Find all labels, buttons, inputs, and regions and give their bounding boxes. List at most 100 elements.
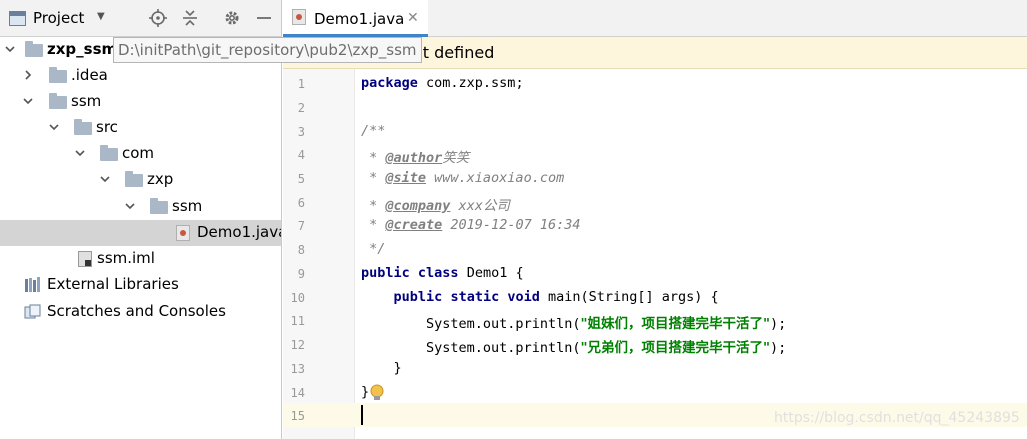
line-number: 2 xyxy=(297,101,305,115)
code-line: * @author笑笑 xyxy=(361,146,469,166)
code-editor[interactable] xyxy=(355,69,1027,439)
code-text: System.out.println( xyxy=(426,340,581,356)
locate-icon[interactable] xyxy=(148,8,168,28)
tree-item-label: .idea xyxy=(71,66,108,84)
close-icon[interactable]: ✕ xyxy=(407,10,419,26)
code-line: System.out.println("兄弟们，项目搭建完毕干活了"); xyxy=(361,336,786,356)
line-number: 15 xyxy=(290,409,305,423)
tree-item-label: Scratches and Consoles xyxy=(47,302,226,320)
doc-tag: @site xyxy=(385,170,427,186)
code-text: System.out.println( xyxy=(426,316,581,332)
code-line: * @company xxx公司 xyxy=(361,194,510,214)
code-line: */ xyxy=(361,241,385,257)
keyword: package xyxy=(361,75,418,91)
line-number: 5 xyxy=(297,172,305,186)
tree-item-ssm-iml[interactable]: ssm.iml xyxy=(0,246,281,272)
code-line: public class Demo1 { xyxy=(361,265,524,281)
code-line: } xyxy=(361,384,369,400)
line-number: 3 xyxy=(297,125,305,139)
chevron-down-icon[interactable] xyxy=(4,43,16,55)
comment: 笑笑 xyxy=(442,150,470,166)
comment: * xyxy=(361,217,386,233)
folder-icon xyxy=(100,145,118,161)
tree-item-ssm-package[interactable]: ssm xyxy=(0,194,281,220)
doc-tag: @author xyxy=(385,150,443,166)
code-text: Demo1 { xyxy=(458,265,524,281)
code-text: main(String[] args) { xyxy=(539,289,719,305)
tree-item-label: zxp xyxy=(147,170,174,188)
comment: * xyxy=(361,150,386,166)
folder-icon xyxy=(125,171,143,187)
tree-item-label: com xyxy=(122,144,155,162)
code-text: ); xyxy=(770,316,787,332)
chevron-down-icon[interactable] xyxy=(48,121,60,133)
minimize-icon[interactable] xyxy=(254,8,274,28)
scratches-icon xyxy=(24,304,42,320)
code-line: /** xyxy=(361,123,385,139)
editor-tab-bar: Demo1.java ✕ xyxy=(283,0,1027,37)
line-number: 14 xyxy=(290,386,305,400)
keyword: public xyxy=(393,289,443,305)
folder-icon xyxy=(150,198,168,214)
chevron-down-icon[interactable] xyxy=(74,147,86,159)
comment: */ xyxy=(361,241,386,257)
project-panel-title[interactable]: Project xyxy=(33,9,84,27)
library-icon xyxy=(24,277,42,293)
chevron-down-icon[interactable]: ▼ xyxy=(97,11,105,22)
tree-item-label: External Libraries xyxy=(47,275,179,293)
lightbulb-icon[interactable] xyxy=(369,384,385,402)
comment: 2019-12-07 16:34 xyxy=(442,217,581,233)
tab-label: Demo1.java xyxy=(314,10,405,28)
tree-item-label: Demo1.java xyxy=(197,223,282,241)
chevron-right-icon[interactable] xyxy=(22,69,34,81)
comment: * xyxy=(361,170,386,186)
comment: /** xyxy=(361,123,386,139)
keyword: class xyxy=(417,265,459,281)
project-panel: Project ▼ zxp_ssm D:\initPath\git_reposi… xyxy=(0,0,282,439)
comment: * xyxy=(361,198,386,214)
java-file-icon xyxy=(292,9,306,25)
tree-item-label: ssm xyxy=(71,92,102,110)
code-line: * @site www.xiaoxiao.com xyxy=(361,170,564,186)
code-line: System.out.println("姐妹们，项目搭建完毕干活了"); xyxy=(361,312,786,332)
tree-item-zxp[interactable]: zxp xyxy=(0,167,281,193)
chevron-down-icon[interactable] xyxy=(99,173,111,185)
tree-item-idea[interactable]: .idea xyxy=(0,63,281,89)
code-text: } xyxy=(393,360,402,376)
folder-icon xyxy=(74,119,92,135)
tree-item-label: zxp_ssm xyxy=(47,40,118,58)
tree-item-com[interactable]: com xyxy=(0,141,281,167)
project-icon xyxy=(9,11,26,26)
folder-icon xyxy=(49,67,67,83)
code-line: package com.zxp.ssm; xyxy=(361,75,524,91)
string-literal: "兄弟们，项目搭建完毕干活了" xyxy=(580,340,771,356)
tree-item-external-libraries[interactable]: External Libraries xyxy=(0,272,281,298)
folder-icon xyxy=(49,93,67,109)
chevron-down-icon[interactable] xyxy=(22,95,34,107)
tree-item-demo1-java[interactable]: Demo1.java xyxy=(0,220,282,246)
gear-icon[interactable] xyxy=(222,8,242,28)
code-line: * @create 2019-12-07 16:34 xyxy=(361,217,580,233)
banner-text: ot defined xyxy=(413,43,495,62)
collapse-all-icon[interactable] xyxy=(180,8,200,28)
line-number: 10 xyxy=(290,291,305,305)
doc-tag: @company xyxy=(385,198,451,214)
tree-item-label: ssm.iml xyxy=(97,249,155,267)
iml-file-icon xyxy=(78,251,92,267)
project-toolbar: Project ▼ xyxy=(0,0,281,37)
tree-item-src[interactable]: src xyxy=(0,115,281,141)
line-number: 11 xyxy=(290,314,305,328)
text-caret xyxy=(361,405,363,425)
keyword: public xyxy=(361,265,410,281)
tree-item-ssm-module[interactable]: ssm xyxy=(0,89,281,115)
keyword: void xyxy=(507,289,540,305)
tree-item-scratches[interactable]: Scratches and Consoles xyxy=(0,299,281,325)
chevron-down-icon[interactable] xyxy=(124,200,136,212)
string-literal: "姐妹们，项目搭建完毕干活了" xyxy=(580,316,771,332)
line-number: 8 xyxy=(297,243,305,257)
line-number: 12 xyxy=(290,338,305,352)
comment: xxx xyxy=(450,198,483,214)
comment: www.xiaoxiao.com xyxy=(426,170,565,186)
tab-demo1-java[interactable]: Demo1.java ✕ xyxy=(283,0,428,37)
module-folder-icon xyxy=(25,41,43,57)
